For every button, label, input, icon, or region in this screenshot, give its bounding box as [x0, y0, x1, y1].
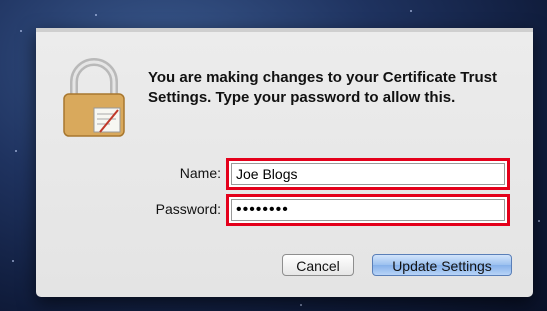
lock-icon — [63, 58, 125, 137]
dialog-message: You are making changes to your Certifica… — [148, 69, 497, 106]
password-row: Password: •••••••• — [36, 194, 533, 226]
password-field[interactable]: •••••••• — [231, 199, 505, 221]
background-star — [410, 10, 412, 12]
background-star — [538, 220, 540, 222]
dialog-top-edge — [36, 28, 533, 32]
background-star — [20, 30, 22, 32]
background-star — [15, 150, 17, 152]
name-row: Name: Joe Blogs — [36, 158, 533, 190]
background-star — [95, 14, 97, 16]
update-settings-button[interactable]: Update Settings — [372, 254, 512, 276]
name-field[interactable]: Joe Blogs — [231, 163, 505, 185]
background-star — [300, 304, 302, 306]
name-label: Name: — [179, 165, 221, 181]
name-highlight-box: Joe Blogs — [226, 158, 510, 190]
password-highlight-box: •••••••• — [226, 194, 510, 226]
password-label: Password: — [155, 201, 221, 217]
cancel-button[interactable]: Cancel — [282, 254, 354, 276]
background-star — [12, 260, 14, 262]
authentication-dialog: You are making changes to your Certifica… — [36, 28, 533, 297]
